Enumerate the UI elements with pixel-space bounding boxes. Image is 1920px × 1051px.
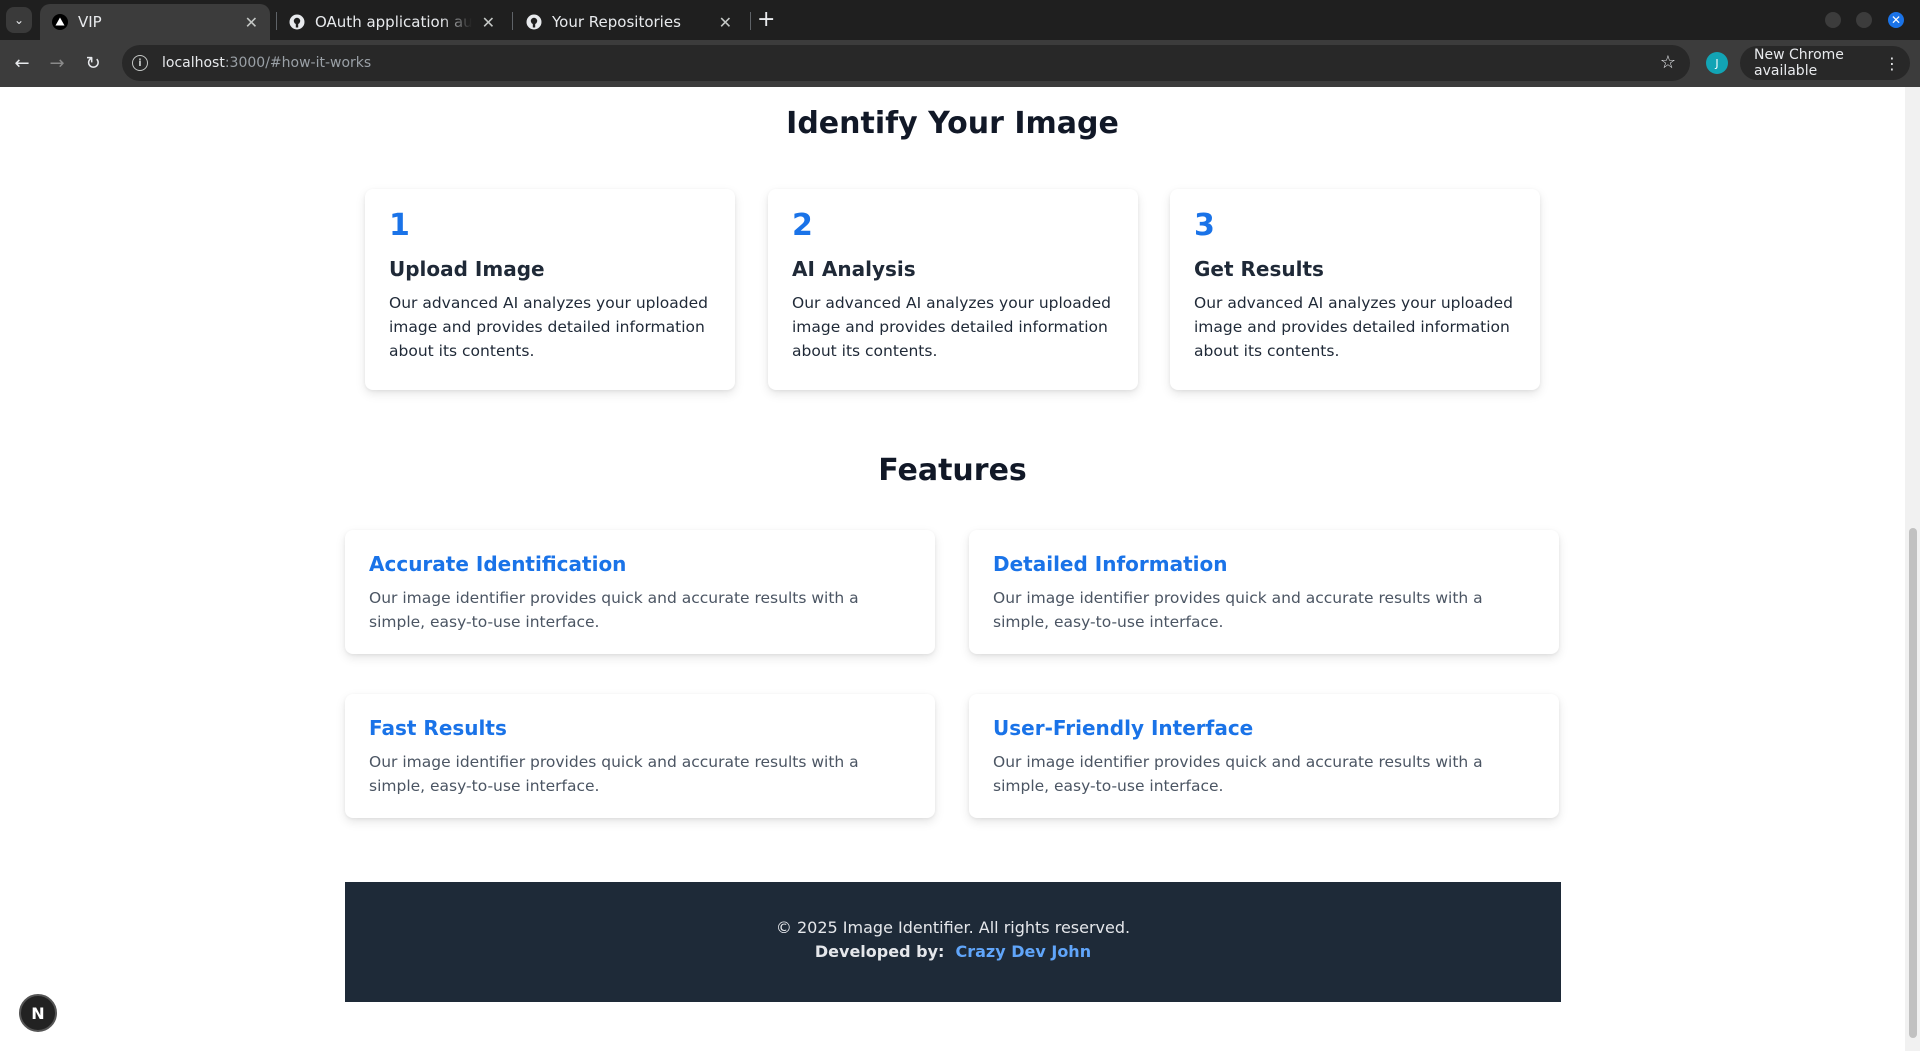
more-vertical-icon: ⋮ — [1884, 53, 1900, 73]
tab-vip[interactable]: VIP ✕ — [40, 4, 270, 40]
step-description: Our advanced AI analyzes your uploaded i… — [1194, 294, 1513, 360]
close-tab-icon[interactable]: ✕ — [719, 13, 732, 32]
feature-card: User-Friendly Interface Our image identi… — [969, 694, 1559, 818]
profile-avatar[interactable]: J — [1706, 52, 1728, 74]
url-text[interactable]: localhost:3000/#how-it-works — [162, 55, 371, 71]
tab-title: Your Repositories — [552, 13, 681, 31]
forward-arrow-icon[interactable]: → — [44, 50, 70, 76]
step-card: 2 AI Analysis Our advanced AI analyzes y… — [768, 189, 1138, 390]
how-it-works-title: Identify Your Image — [786, 106, 1119, 141]
tab-title: VIP — [78, 13, 102, 31]
step-title: Get Results — [1194, 257, 1324, 281]
minimize-window-icon[interactable] — [1825, 12, 1841, 28]
github-icon — [289, 14, 305, 30]
address-bar[interactable]: i localhost:3000/#how-it-works ☆ — [122, 45, 1690, 81]
tab-title: OAuth application autho — [315, 13, 472, 31]
step-number: 3 — [1194, 208, 1215, 243]
feature-card: Fast Results Our image identifier provid… — [345, 694, 935, 818]
browser-toolbar: ← → ↻ i localhost:3000/#how-it-works ☆ J… — [0, 40, 1920, 87]
tab-separator — [750, 12, 751, 30]
feature-title: User-Friendly Interface — [993, 716, 1254, 740]
developer-link[interactable]: Crazy Dev John — [955, 942, 1091, 961]
step-number: 1 — [389, 208, 410, 243]
tab-search-chevron-icon[interactable]: ⌄ — [6, 7, 32, 33]
step-title: Upload Image — [389, 257, 545, 281]
feature-card: Detailed Information Our image identifie… — [969, 530, 1559, 654]
close-tab-icon[interactable]: ✕ — [245, 13, 258, 32]
copyright-text: © 2025 Image Identifier. All rights rese… — [775, 918, 1131, 937]
features-title: Features — [878, 453, 1027, 488]
feature-description: Our image identifier provides quick and … — [993, 753, 1483, 795]
close-tab-icon[interactable]: ✕ — [482, 13, 495, 32]
step-description: Our advanced AI analyzes your uploaded i… — [389, 294, 708, 360]
feature-description: Our image identifier provides quick and … — [369, 589, 859, 631]
feature-description: Our image identifier provides quick and … — [993, 589, 1483, 631]
browser-tab-bar: ⌄ VIP ✕ OAuth application autho ✕ Your R… — [0, 0, 1920, 40]
feature-title: Detailed Information — [993, 552, 1228, 576]
tab-separator — [512, 12, 513, 30]
new-tab-plus-icon[interactable]: + — [757, 8, 775, 32]
close-window-icon[interactable]: ✕ — [1888, 12, 1904, 28]
nextjs-dev-tools-button[interactable]: N — [19, 994, 57, 1032]
tab-your-repositories[interactable]: Your Repositories ✕ — [514, 4, 744, 40]
feature-title: Fast Results — [369, 716, 507, 740]
developer-credit: Developed by: Crazy Dev John — [345, 940, 1561, 964]
scrollbar-thumb[interactable] — [1909, 528, 1917, 1038]
feature-description: Our image identifier provides quick and … — [369, 753, 859, 795]
step-number: 2 — [792, 208, 813, 243]
new-chrome-available-button[interactable]: New Chrome available ⋮ — [1740, 46, 1910, 80]
bookmark-star-icon[interactable]: ☆ — [1660, 52, 1676, 73]
step-card: 3 Get Results Our advanced AI analyzes y… — [1170, 189, 1540, 390]
reload-icon[interactable]: ↻ — [80, 50, 106, 76]
step-description: Our advanced AI analyzes your uploaded i… — [792, 294, 1111, 360]
page-scrollbar[interactable] — [1905, 87, 1920, 1051]
page-footer: © 2025 Image Identifier. All rights rese… — [345, 882, 1561, 1002]
back-arrow-icon[interactable]: ← — [9, 50, 35, 76]
github-icon — [526, 14, 542, 30]
feature-card: Accurate Identification Our image identi… — [345, 530, 935, 654]
developed-by-label: Developed by: — [814, 942, 945, 961]
tab-oauth[interactable]: OAuth application autho ✕ — [277, 4, 507, 40]
triangle-logo-icon — [52, 14, 68, 30]
step-card: 1 Upload Image Our advanced AI analyzes … — [365, 189, 735, 390]
site-info-icon[interactable]: i — [132, 55, 148, 71]
feature-title: Accurate Identification — [369, 552, 627, 576]
maximize-window-icon[interactable] — [1856, 12, 1872, 28]
step-title: AI Analysis — [792, 257, 916, 281]
